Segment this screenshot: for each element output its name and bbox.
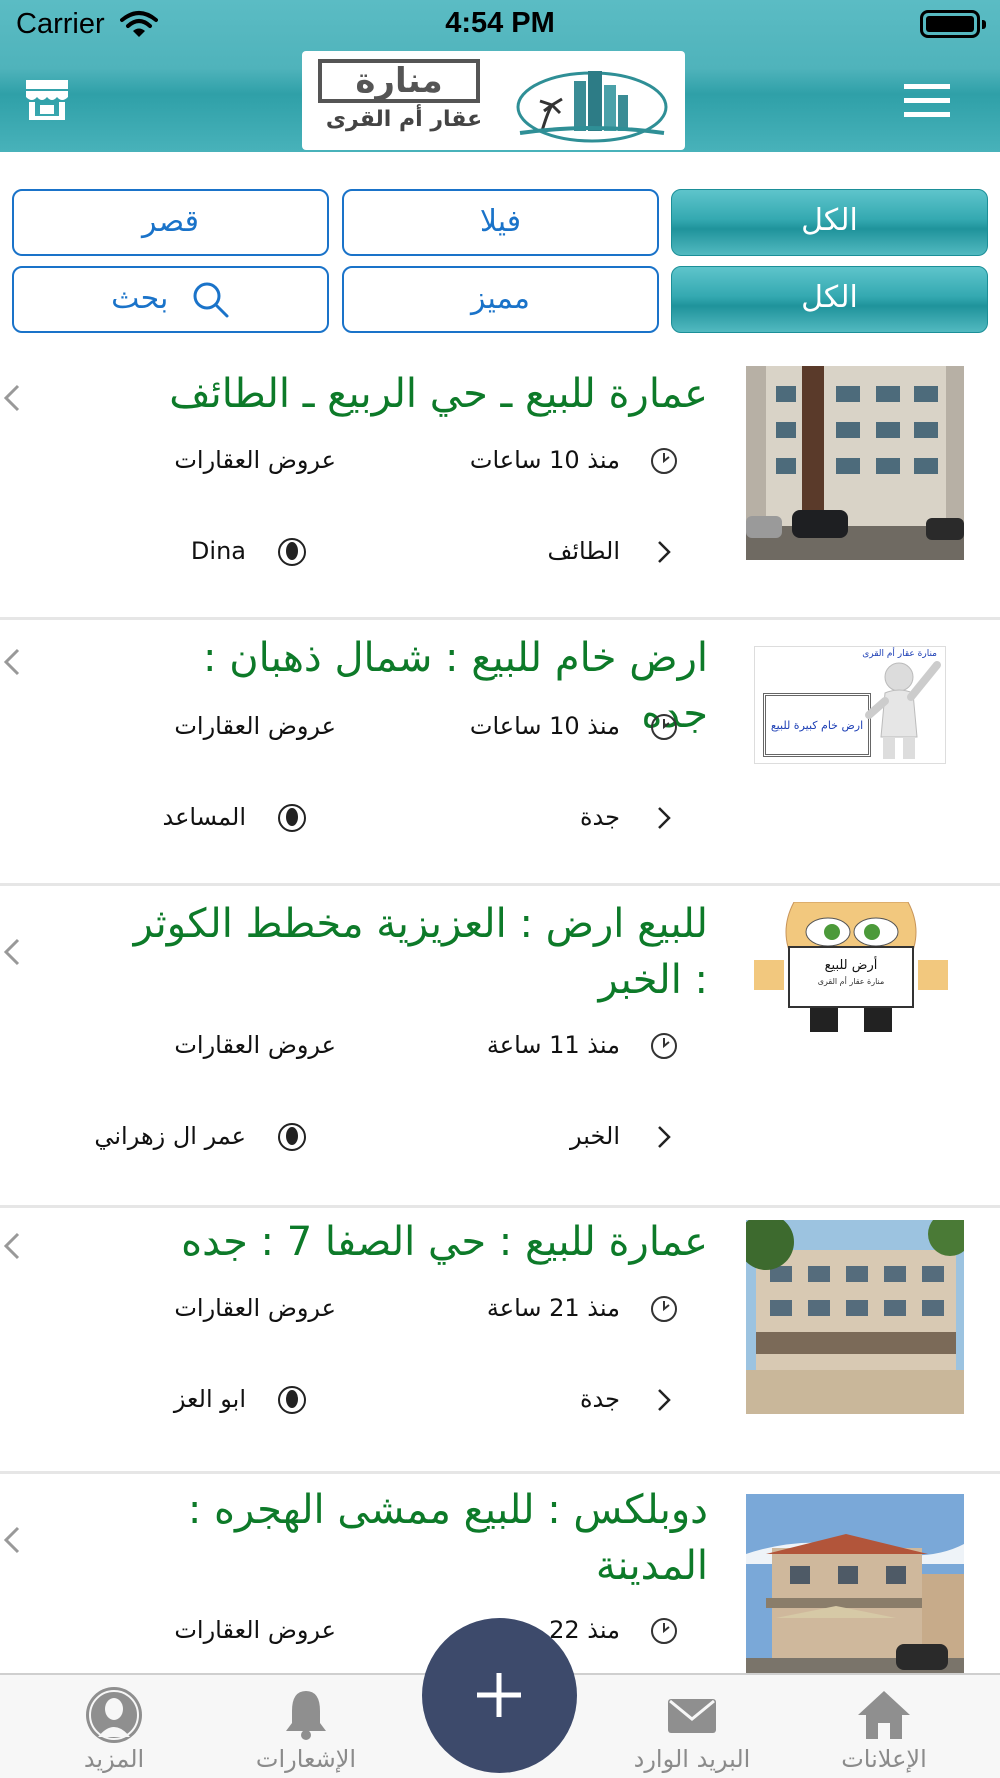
chevron-left-icon (3, 1526, 20, 1554)
user-icon (278, 538, 306, 566)
clock-icon (651, 1618, 677, 1644)
listing-user: Dina (190, 537, 246, 565)
status-time: 4:54 PM (445, 7, 555, 39)
listing-city: جدة (579, 1385, 620, 1413)
listing-time: منذ 21 ساعة (486, 1294, 620, 1322)
listing-time: منذ 11 ساعة (486, 1031, 620, 1059)
listing-city: الخبر (570, 1122, 620, 1150)
listing-category: عروض العقارات (174, 1031, 336, 1059)
image-sign: ارض خام كبيرة للبيع (763, 693, 871, 757)
duplex-photo (746, 1494, 964, 1673)
filter-palace[interactable]: قصر (12, 189, 329, 256)
bell-icon (286, 1691, 326, 1740)
image-sign-title: أرض للبيع (824, 958, 878, 973)
listing-city: جدة (579, 803, 620, 831)
chevron-right-icon (658, 807, 671, 829)
clock-icon (651, 714, 677, 740)
chevron-right-icon (658, 541, 671, 563)
search-icon (193, 282, 229, 317)
listing-category: عروض العقارات (174, 712, 336, 740)
search-button[interactable]: بحث (12, 266, 329, 333)
menu-icon[interactable] (904, 84, 950, 118)
listing-title: عمارة للبيع : حي الصفا 7 : جده (181, 1219, 708, 1265)
chevron-right-icon (658, 1389, 671, 1411)
tab-inbox-label: البريد الوارد (633, 1745, 751, 1773)
filter-villa[interactable]: فيلا (342, 189, 659, 256)
listing-title: عمارة للبيع ـ حي الربيع ـ الطائف (169, 371, 708, 417)
listing-time: منذ 10 ساعات (469, 446, 620, 474)
listing-image (746, 1494, 964, 1673)
building-photo (746, 1220, 964, 1414)
logo-word: منارة (318, 59, 480, 103)
plus-icon (477, 1673, 521, 1717)
user-icon (278, 804, 306, 832)
battery-icon (920, 10, 986, 38)
listing-card[interactable]: للبيع ارض : العزيزية مخطط الكوثر : الخبر… (0, 886, 1000, 1208)
clock-icon (651, 448, 677, 474)
clock-icon (651, 1033, 677, 1059)
listing-image (746, 1220, 964, 1414)
mail-icon (668, 1699, 716, 1733)
user-icon (278, 1386, 306, 1414)
listing-image: منارة عقار أم القرى ارض خام كبيرة للبيع (754, 646, 946, 764)
skyline-logo-icon (516, 71, 668, 143)
logo-subtitle: عقار أم القرى (325, 107, 483, 132)
image-sign-caption: منارة عقار أم القرى (817, 977, 885, 986)
filter-bar: الكل فيلا قصر الكل مميز بحث (0, 152, 1000, 366)
listing-image: أرض للبيع منارة عقار أم القرى (754, 902, 948, 1034)
chevron-left-icon (3, 1232, 20, 1260)
listing-title: دوبلكس : للبيع ممشى الهجره : المدينة (187, 1487, 708, 1589)
clock-icon (651, 1296, 677, 1322)
chevron-right-icon (658, 1126, 671, 1148)
tab-ads[interactable]: الإعلانات (794, 1675, 974, 1778)
add-listing-button[interactable] (422, 1618, 577, 1773)
home-icon (858, 1691, 910, 1739)
listing-card[interactable]: عمارة للبيع ـ حي الربيع ـ الطائف منذ 10 … (0, 366, 1000, 620)
listing-card[interactable]: ارض خام للبيع : شمال ذهبان : جده منذ 10 … (0, 620, 1000, 886)
image-sign: أرض للبيع منارة عقار أم القرى (788, 946, 914, 1008)
listings-list: عمارة للبيع ـ حي الربيع ـ الطائف منذ 10 … (0, 366, 1000, 1673)
building-photo (746, 366, 964, 560)
listing-title: للبيع ارض : العزيزية مخطط الكوثر : الخبر (133, 901, 708, 1003)
listing-time: منذ 10 ساعات (469, 712, 620, 740)
tab-more[interactable]: المزيد (24, 1675, 204, 1778)
listing-image (746, 366, 964, 560)
chevron-left-icon (3, 384, 20, 412)
filter-all-featured[interactable]: الكل (671, 266, 988, 333)
filter-featured[interactable]: مميز (342, 266, 659, 333)
chevron-left-icon (3, 648, 20, 676)
listing-category: عروض العقارات (174, 1294, 336, 1322)
listing-city: الطائف (547, 537, 620, 565)
filter-all-type[interactable]: الكل (671, 189, 988, 256)
listing-category: عروض العقارات (174, 446, 336, 474)
search-label: بحث (111, 281, 169, 316)
listing-category: عروض العقارات (174, 1616, 336, 1644)
tab-inbox[interactable]: البريد الوارد (602, 1675, 782, 1778)
app-logo: منارة عقار أم القرى (302, 51, 685, 150)
status-bar: Carrier 4:54 PM (0, 0, 1000, 50)
screen: Carrier 4:54 PM منارة عقار أم القرى الكل… (0, 0, 1000, 1778)
listing-user: ابو العز (173, 1385, 246, 1413)
listing-card[interactable]: عمارة للبيع : حي الصفا 7 : جده منذ 21 سا… (0, 1208, 1000, 1474)
listing-user: عمر ال زهراني (94, 1122, 246, 1150)
listing-user: المساعد (162, 803, 247, 831)
store-icon[interactable] (24, 78, 70, 122)
figure-illustration (865, 661, 941, 759)
user-icon (278, 1123, 306, 1151)
chevron-left-icon (3, 938, 20, 966)
tab-more-label: المزيد (83, 1745, 145, 1773)
tab-ads-label: الإعلانات (841, 1745, 927, 1773)
tab-notifications[interactable]: الإشعارات (216, 1675, 396, 1778)
tab-notifications-label: الإشعارات (255, 1745, 357, 1773)
profile-icon (86, 1687, 142, 1743)
app-header: Carrier 4:54 PM منارة عقار أم القرى (0, 0, 1000, 152)
